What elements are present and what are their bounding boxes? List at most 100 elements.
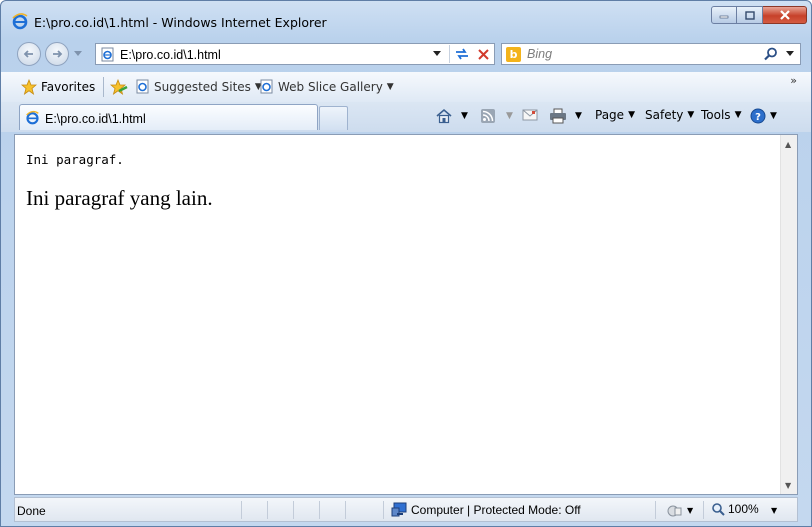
chevron-down-icon: ▼ bbox=[506, 111, 513, 121]
favorites-separator bbox=[103, 77, 104, 97]
forward-button[interactable] bbox=[45, 42, 69, 66]
tab-bar: E:\pro.co.id\1.html ▼ ▼ ▼ Page ▼ Safety … bbox=[1, 102, 811, 132]
paragraph-2: Ini paragraf yang lain. bbox=[26, 186, 213, 210]
status-separator bbox=[267, 501, 268, 519]
close-button[interactable] bbox=[763, 6, 807, 24]
suggested-sites-link[interactable]: Suggested Sites ▼ bbox=[135, 79, 262, 94]
arrow-right-icon bbox=[53, 50, 63, 58]
page-menu-label: Page bbox=[595, 108, 625, 122]
tools-menu[interactable]: Tools ▼ bbox=[701, 108, 741, 122]
minimize-icon bbox=[719, 15, 729, 19]
more-chevron-icon[interactable]: » bbox=[790, 74, 797, 87]
search-options-dropdown-icon[interactable] bbox=[786, 51, 795, 57]
zoom-button[interactable]: 100% bbox=[711, 502, 759, 516]
add-to-favorites-bar-icon[interactable] bbox=[110, 79, 128, 95]
security-zone[interactable]: Computer | Protected Mode: Off bbox=[391, 502, 581, 517]
feeds-dropdown[interactable]: ▼ bbox=[506, 111, 513, 121]
scroll-up-arrow-icon[interactable]: ▲ bbox=[785, 140, 791, 149]
search-icon[interactable] bbox=[764, 47, 778, 61]
security-zone-label: Computer | Protected Mode: Off bbox=[411, 502, 581, 517]
tab-label: E:\pro.co.id\1.html bbox=[45, 112, 146, 126]
search-box[interactable]: b bbox=[501, 43, 801, 65]
favorites-label: Favorites bbox=[41, 80, 96, 94]
status-separator bbox=[241, 501, 242, 519]
safety-menu-label: Safety bbox=[645, 108, 684, 122]
favorites-bar: Favorites Suggested Sites ▼ Web Slice Ga… bbox=[1, 72, 811, 102]
internet-explorer-icon bbox=[26, 110, 39, 125]
status-separator bbox=[319, 501, 320, 519]
web-slice-gallery-link[interactable]: Web Slice Gallery ▼ bbox=[259, 79, 394, 94]
safety-menu[interactable]: Safety ▼ bbox=[645, 108, 694, 122]
address-bar[interactable]: E:\pro.co.id\1.html bbox=[95, 43, 495, 65]
read-mail-button[interactable] bbox=[522, 108, 538, 122]
scroll-down-arrow-icon[interactable]: ▼ bbox=[785, 481, 791, 490]
zoom-level: 100% bbox=[728, 502, 759, 516]
computer-icon bbox=[391, 502, 407, 517]
compatibility-refresh-button[interactable] bbox=[451, 45, 473, 63]
tab-current[interactable]: E:\pro.co.id\1.html bbox=[19, 104, 318, 130]
search-input[interactable] bbox=[524, 45, 754, 63]
chevron-down-icon: ▼ bbox=[628, 110, 635, 120]
chevron-down-icon: ▼ bbox=[461, 111, 468, 121]
ie-page-icon bbox=[260, 79, 273, 94]
page-content: Ini paragraf. Ini paragraf yang lain. ▲ … bbox=[14, 134, 798, 495]
recent-pages-dropdown-icon[interactable] bbox=[74, 51, 83, 57]
maximize-button[interactable] bbox=[737, 6, 763, 24]
status-bar: Done Computer | Protected Mode: Off ▼ 10… bbox=[14, 497, 798, 522]
page-icon bbox=[101, 47, 114, 62]
title-bar: E:\pro.co.id\1.html - Windows Internet E… bbox=[1, 1, 811, 39]
magnifier-icon bbox=[712, 503, 725, 516]
status-separator bbox=[345, 501, 346, 519]
back-button[interactable] bbox=[17, 42, 41, 66]
chevron-down-icon: ▼ bbox=[386, 81, 394, 92]
svg-text:?: ? bbox=[755, 112, 761, 123]
status-separator bbox=[703, 501, 704, 519]
chevron-down-icon: ▼ bbox=[770, 111, 777, 121]
caption-buttons bbox=[711, 6, 807, 26]
favorites-button[interactable]: Favorites bbox=[21, 79, 95, 95]
home-icon bbox=[436, 108, 452, 124]
window-title: E:\pro.co.id\1.html - Windows Internet E… bbox=[34, 15, 327, 30]
help-menu[interactable]: ? ▼ bbox=[750, 108, 777, 124]
home-button[interactable] bbox=[435, 108, 453, 124]
maximize-icon bbox=[744, 10, 755, 20]
help-icon: ? bbox=[750, 108, 766, 124]
arrow-left-icon bbox=[23, 50, 33, 58]
browser-window: E:\pro.co.id\1.html - Windows Internet E… bbox=[0, 0, 812, 527]
chevron-down-icon[interactable]: ▼ bbox=[687, 506, 693, 515]
chevron-down-icon[interactable] bbox=[433, 51, 442, 57]
chevron-down-icon[interactable]: ▼ bbox=[771, 506, 777, 515]
refresh-icon bbox=[456, 48, 468, 60]
status-separator bbox=[655, 501, 656, 519]
home-dropdown[interactable]: ▼ bbox=[461, 111, 468, 121]
page-menu[interactable]: Page ▼ bbox=[595, 108, 635, 122]
ie-page-icon bbox=[136, 79, 149, 94]
star-icon bbox=[21, 79, 37, 95]
mail-icon bbox=[522, 109, 538, 121]
status-text: Done bbox=[17, 504, 46, 518]
address-separator bbox=[449, 45, 450, 63]
stop-icon bbox=[477, 48, 489, 60]
tools-menu-label: Tools bbox=[701, 108, 731, 122]
minimize-button[interactable] bbox=[711, 6, 737, 24]
feeds-button[interactable] bbox=[480, 108, 496, 124]
chevron-down-icon: ▼ bbox=[575, 111, 582, 121]
web-slice-gallery-label: Web Slice Gallery bbox=[278, 79, 383, 94]
protected-mode-settings-icon[interactable] bbox=[665, 502, 683, 518]
close-icon bbox=[779, 10, 790, 20]
chevron-down-icon: ▼ bbox=[687, 110, 695, 120]
suggested-sites-label: Suggested Sites bbox=[154, 79, 251, 94]
status-separator bbox=[293, 501, 294, 519]
print-dropdown[interactable]: ▼ bbox=[575, 111, 582, 121]
chevron-down-icon: ▼ bbox=[734, 110, 742, 120]
paragraph-1: Ini paragraf. bbox=[26, 152, 124, 167]
address-url[interactable]: E:\pro.co.id\1.html bbox=[120, 48, 221, 62]
new-tab-button[interactable] bbox=[319, 106, 348, 130]
bing-icon: b bbox=[506, 47, 521, 62]
stop-button[interactable] bbox=[473, 45, 493, 63]
navigation-bar: E:\pro.co.id\1.html b bbox=[1, 39, 811, 69]
printer-icon bbox=[550, 108, 566, 124]
rss-feed-icon bbox=[481, 109, 495, 123]
vertical-scrollbar[interactable]: ▲ ▼ bbox=[780, 135, 797, 494]
print-button[interactable] bbox=[549, 108, 567, 124]
